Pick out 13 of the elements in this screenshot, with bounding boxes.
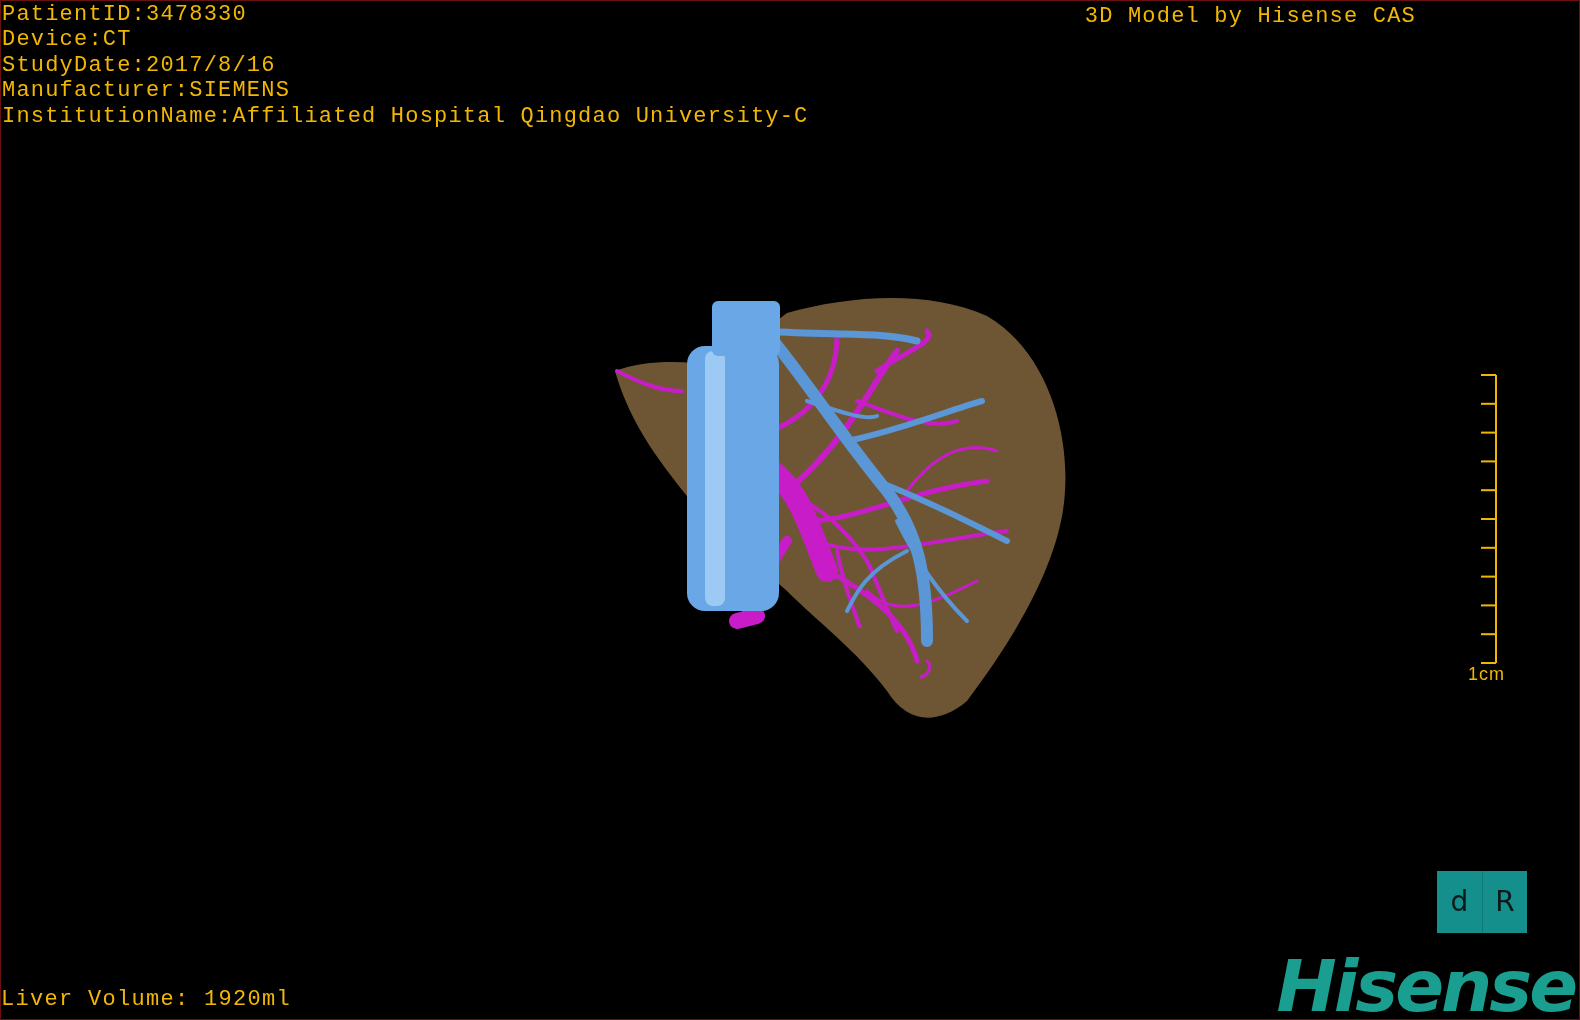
study-info-text: PatientID:3478330 <box>2 2 248 28</box>
study-info-text: StudyDate:2017/8/16 <box>2 52 277 79</box>
study-info-text: Manufacturer:SIEMENS <box>2 78 292 104</box>
orientation-cube[interactable]: d R <box>1437 871 1527 933</box>
study-info-text: Device:CT <box>2 27 133 53</box>
liver-volume-text: Liver Volume: 1920ml <box>1 987 292 1014</box>
brand-logo: Hisense <box>1276 953 1577 1019</box>
cube-face-letter: d <box>1449 884 1470 920</box>
cube-face-letter: R <box>1482 871 1527 933</box>
model-title: 3D Model by Hisense CAS <box>1084 4 1416 29</box>
study-info-text: InstitutionName:Affiliated Hospital Qingdao University-C <box>2 103 809 130</box>
scale-bar-label: 1cm <box>1468 664 1505 685</box>
scale-bar-icon <box>1479 374 1499 665</box>
